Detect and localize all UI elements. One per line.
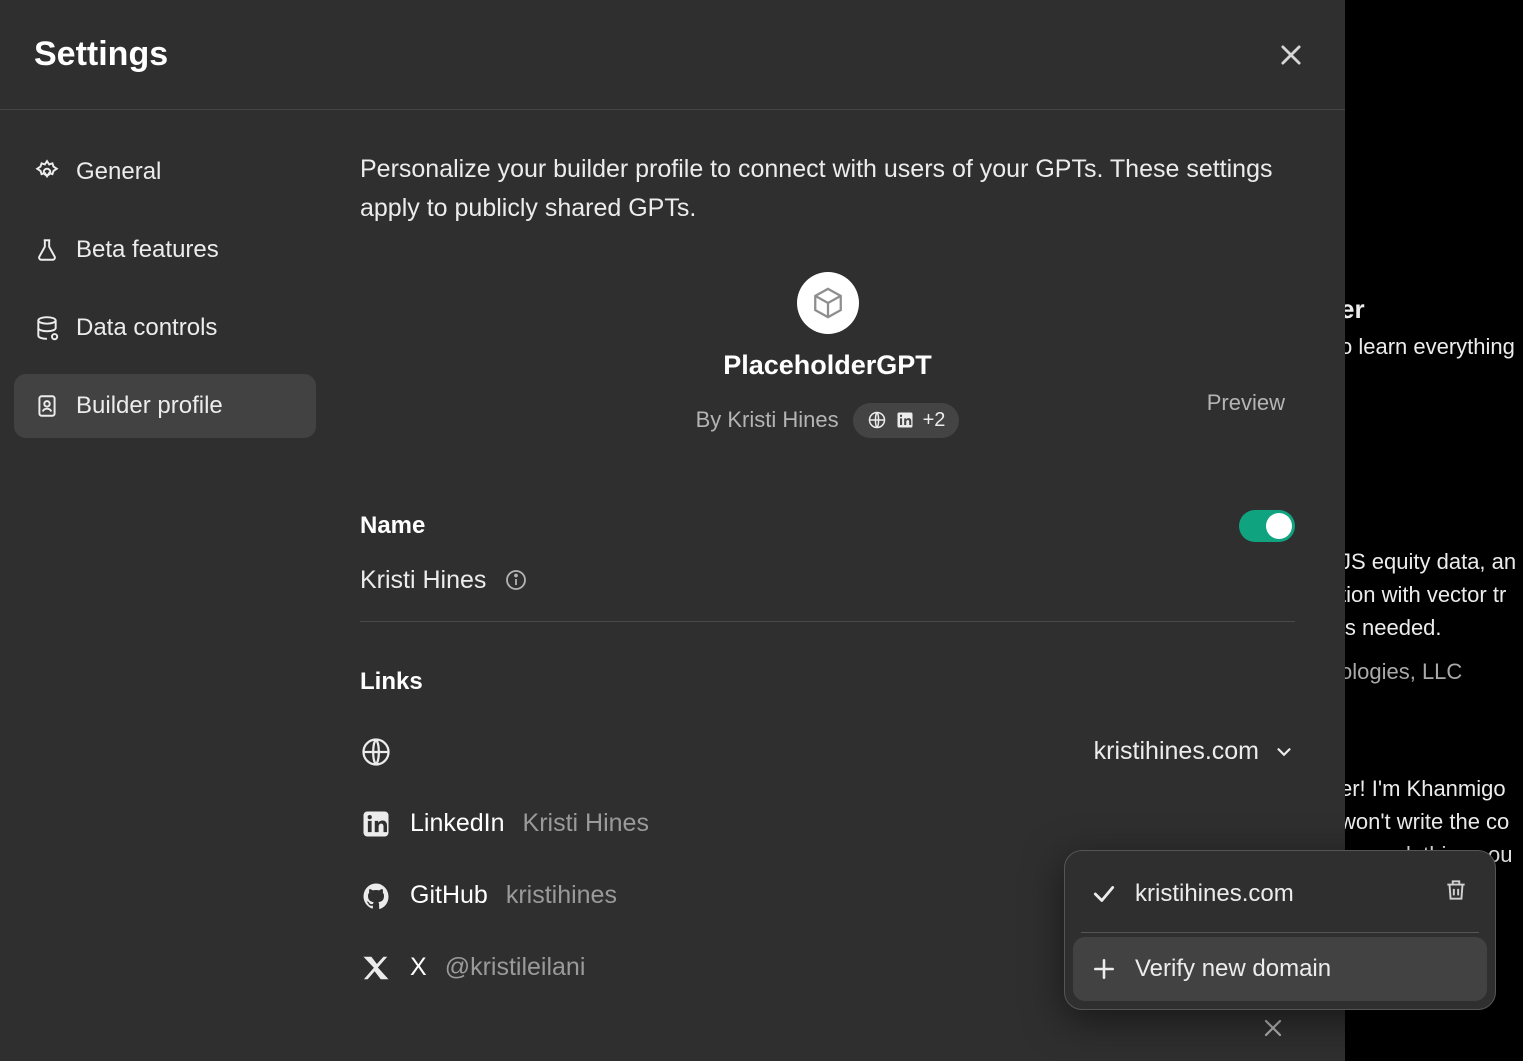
github-value: kristihines — [506, 881, 617, 910]
settings-sidebar: General Beta features Data controls Buil… — [0, 110, 330, 1061]
database-icon — [34, 315, 60, 341]
x-value: @kristileilani — [445, 953, 586, 982]
website-domain-select[interactable]: kristihines.com — [1094, 737, 1295, 766]
preview-label: Preview — [1207, 390, 1285, 416]
intro-text: Personalize your builder profile to conn… — [360, 150, 1280, 228]
bg-text: er! I'm Khanmigo — [1340, 772, 1506, 805]
bg-text: is needed. — [1340, 611, 1442, 644]
link-row-website: kristihines.com — [360, 736, 1295, 768]
sidebar-item-label: Data controls — [76, 314, 217, 342]
bg-text: ologies, LLC — [1340, 655, 1462, 688]
link-row-linkedin: LinkedIn Kristi Hines — [360, 808, 1295, 840]
info-icon[interactable] — [504, 568, 528, 592]
sidebar-item-beta-features[interactable]: Beta features — [14, 218, 316, 282]
name-value: Kristi Hines — [360, 566, 486, 595]
sidebar-item-label: Builder profile — [76, 392, 223, 420]
domain-option-label: kristihines.com — [1135, 880, 1294, 908]
divider — [360, 621, 1295, 622]
bg-text: o learn everything — [1340, 330, 1515, 363]
page-title: Settings — [34, 35, 168, 74]
name-section: Name Kristi Hines — [360, 510, 1295, 622]
linkedin-label: LinkedIn — [410, 809, 505, 838]
domain-option[interactable]: kristihines.com — [1073, 859, 1487, 928]
remove-link-button[interactable] — [1261, 1016, 1285, 1045]
name-label: Name — [360, 512, 425, 540]
linkedin-icon — [360, 808, 392, 840]
selected-domain: kristihines.com — [1094, 737, 1259, 766]
domain-dropdown: kristihines.com Verify new domain — [1064, 850, 1496, 1010]
github-label: GitHub — [410, 881, 488, 910]
gear-icon — [34, 159, 60, 185]
chevron-down-icon — [1273, 741, 1295, 763]
x-label: X — [410, 953, 427, 982]
bg-text: tion with vector tr — [1340, 578, 1506, 611]
profile-byline: By Kristi Hines +2 — [696, 403, 960, 438]
globe-icon — [867, 410, 887, 430]
delete-domain-button[interactable] — [1443, 877, 1469, 910]
plus-icon — [1091, 956, 1117, 982]
verify-new-domain-label: Verify new domain — [1135, 955, 1331, 983]
close-button[interactable] — [1271, 35, 1311, 75]
sidebar-item-general[interactable]: General — [14, 140, 316, 204]
toggle-knob — [1266, 513, 1292, 539]
sidebar-item-builder-profile[interactable]: Builder profile — [14, 374, 316, 438]
check-icon — [1091, 881, 1117, 907]
name-toggle[interactable] — [1239, 510, 1295, 542]
modal-header: Settings — [0, 0, 1345, 110]
close-icon — [1261, 1016, 1285, 1040]
profile-title: PlaceholderGPT — [723, 350, 932, 381]
social-links-pill[interactable]: +2 — [853, 403, 960, 438]
linkedin-value: Kristi Hines — [523, 809, 649, 838]
github-icon — [360, 880, 392, 912]
x-twitter-icon — [360, 952, 392, 984]
profile-avatar — [797, 272, 859, 334]
globe-icon — [360, 736, 392, 768]
bg-text: won't write the co — [1340, 805, 1509, 838]
links-label: Links — [360, 668, 1295, 696]
bg-text: JS equity data, an — [1340, 545, 1516, 578]
trash-icon — [1443, 877, 1469, 903]
dropdown-divider — [1081, 932, 1479, 933]
sidebar-item-data-controls[interactable]: Data controls — [14, 296, 316, 360]
profile-preview: PlaceholderGPT By Kristi Hines +2 — [360, 272, 1295, 438]
close-icon — [1277, 41, 1305, 69]
byline-text: By Kristi Hines — [696, 407, 839, 433]
sidebar-item-label: General — [76, 158, 161, 186]
id-card-icon — [34, 393, 60, 419]
social-more-count: +2 — [923, 409, 946, 432]
cube-icon — [811, 286, 845, 320]
sidebar-item-label: Beta features — [76, 236, 219, 264]
linkedin-icon — [895, 410, 915, 430]
verify-new-domain-button[interactable]: Verify new domain — [1073, 937, 1487, 1001]
beaker-icon — [34, 237, 60, 263]
